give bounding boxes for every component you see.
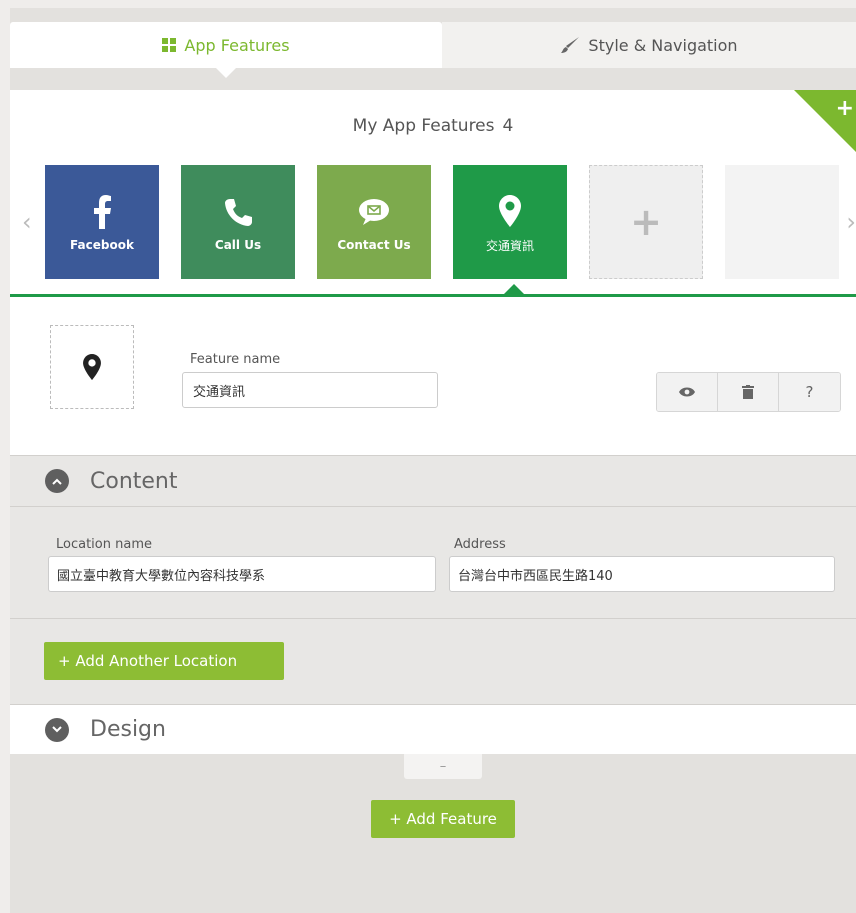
content-divider — [10, 618, 856, 619]
feature-name-input[interactable] — [182, 372, 438, 408]
address-label: Address — [454, 537, 506, 552]
features-count: 4 — [502, 116, 514, 136]
phone-icon — [223, 192, 253, 232]
facebook-icon — [92, 192, 112, 232]
location-name-label: Location name — [56, 537, 152, 552]
features-panel: + My App Features 4 ‹ › Facebook Call Us … — [10, 90, 856, 297]
feature-tile-label: Contact Us — [337, 238, 411, 252]
eye-icon — [679, 387, 695, 397]
trash-icon — [742, 385, 754, 399]
empty-feature-slot — [725, 165, 839, 279]
tab-app-features-label: App Features — [184, 35, 290, 55]
address-input[interactable]: 台灣台中市西區民生路140 — [449, 556, 835, 592]
location-name-input[interactable]: 國立臺中教育大學數位內容科技學系 — [48, 556, 436, 592]
carousel-next-icon[interactable]: › — [846, 208, 856, 236]
chat-mail-icon — [358, 192, 390, 232]
map-pin-icon — [83, 354, 101, 380]
feature-tile-label: Facebook — [70, 238, 134, 252]
feature-name-label: Feature name — [190, 352, 281, 367]
content-section: Content Location name 國立臺中教育大學數位內容科技學系 A… — [10, 455, 856, 704]
top-tabs: App Features Style & Navigation — [10, 22, 856, 78]
design-title: Design — [90, 717, 166, 742]
add-another-location-button[interactable]: + Add Another Location — [44, 642, 284, 680]
grid-icon — [162, 38, 177, 52]
tab-style-navigation[interactable]: Style & Navigation — [442, 22, 856, 68]
add-feature-button[interactable]: + Add Feature — [371, 800, 515, 838]
feature-actions: ? — [656, 372, 841, 412]
map-pin-icon — [499, 191, 521, 231]
feature-icon-picker[interactable] — [50, 325, 134, 409]
content-title: Content — [90, 468, 178, 494]
tab-app-features[interactable]: App Features — [10, 22, 442, 78]
feature-detail-panel: Feature name ? — [10, 297, 856, 455]
chevron-down-icon — [45, 717, 69, 742]
feature-tile-label: Call Us — [214, 238, 262, 252]
tab-style-navigation-label: Style & Navigation — [588, 35, 738, 55]
selected-caret — [504, 284, 524, 294]
feature-tile-facebook[interactable]: Facebook — [45, 165, 159, 279]
app-builder-shell: App Features Style & Navigation + My App… — [10, 8, 856, 913]
features-title: My App Features 4 — [10, 116, 856, 136]
add-feature-tile[interactable]: + — [589, 165, 703, 279]
feature-tile-traffic-info[interactable]: 交通資訊 — [453, 165, 567, 279]
carousel-prev-icon[interactable]: ‹ — [22, 208, 32, 236]
feature-tile-label: 交通資訊 — [485, 238, 534, 253]
content-section-header[interactable]: Content — [10, 455, 856, 507]
help-button[interactable]: ? — [779, 373, 840, 411]
features-title-text: My App Features — [352, 116, 495, 136]
collapse-panel-button[interactable]: – — [404, 754, 482, 779]
preview-button[interactable] — [657, 373, 718, 411]
plus-icon: + — [630, 200, 662, 244]
chevron-up-icon — [45, 469, 69, 493]
feature-tile-call-us[interactable]: Call Us — [181, 165, 295, 279]
delete-button[interactable] — [718, 373, 779, 411]
brush-icon — [560, 36, 580, 54]
design-section-header[interactable]: Design — [10, 704, 856, 754]
feature-tile-contact-us[interactable]: Contact Us — [317, 165, 431, 279]
